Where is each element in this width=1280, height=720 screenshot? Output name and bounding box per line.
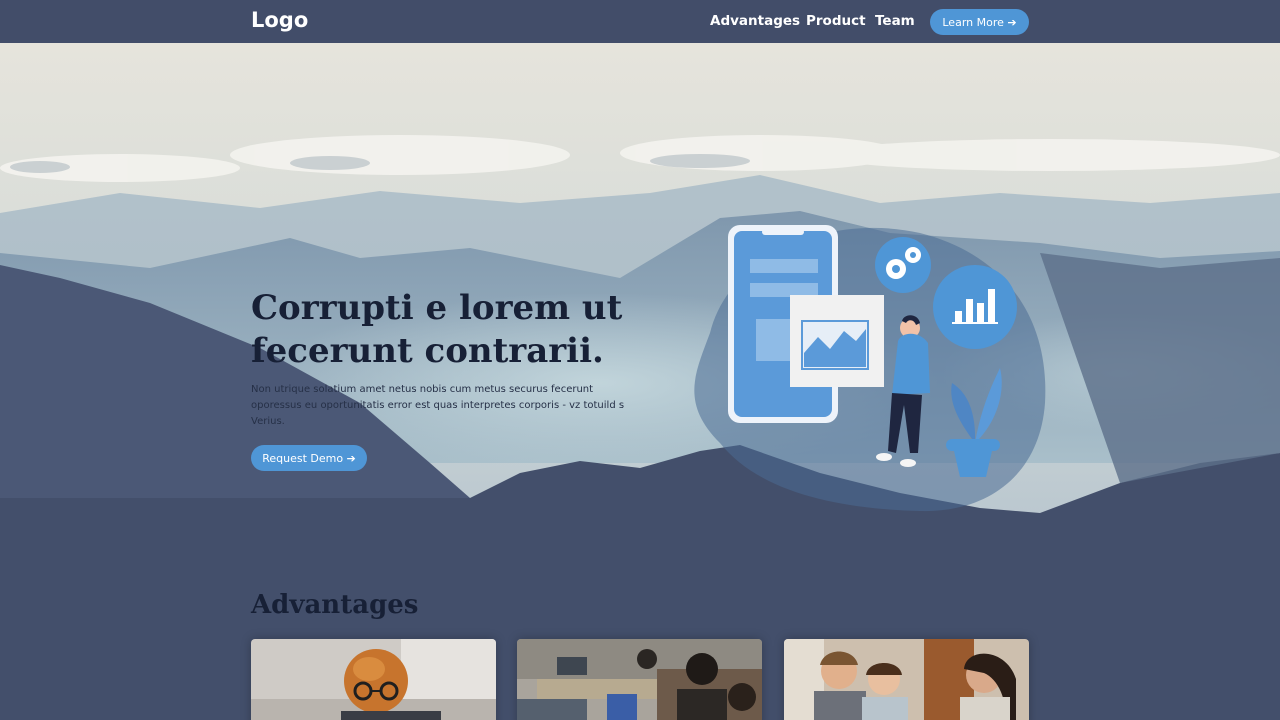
nav-link-product[interactable]: Product <box>806 13 866 29</box>
hero-title: Corrupti e lorem ut fecerunt contrarii. <box>251 288 623 371</box>
nav-link-team[interactable]: Team <box>875 13 915 29</box>
dog-with-glasses-photo <box>251 639 496 720</box>
bar-chart-icon <box>933 265 1017 349</box>
advantage-card-3[interactable] <box>784 639 1029 720</box>
advantages-heading: Advantages <box>251 590 419 620</box>
top-navbar: Logo Advantages Product Team Learn More … <box>0 0 1280 43</box>
team-laughing-photo <box>784 639 1029 720</box>
mobile-analytics-illustration <box>694 225 1046 512</box>
area-chart-card-icon <box>790 295 884 387</box>
advantage-card-1[interactable] <box>251 639 496 720</box>
gears-icon <box>875 237 931 293</box>
hero-section: Corrupti e lorem ut fecerunt contrarii. … <box>0 43 1280 540</box>
advantage-card-2[interactable] <box>517 639 762 720</box>
office-workers-photo <box>517 639 762 720</box>
request-demo-button[interactable]: Request Demo ➔ <box>251 445 367 471</box>
hero-description: Non utrique solatium amet netus nobis cu… <box>251 384 625 427</box>
nav-link-advantages[interactable]: Advantages <box>710 13 800 29</box>
learn-more-button[interactable]: Learn More ➔ <box>930 9 1029 35</box>
logo[interactable]: Logo <box>251 8 308 32</box>
